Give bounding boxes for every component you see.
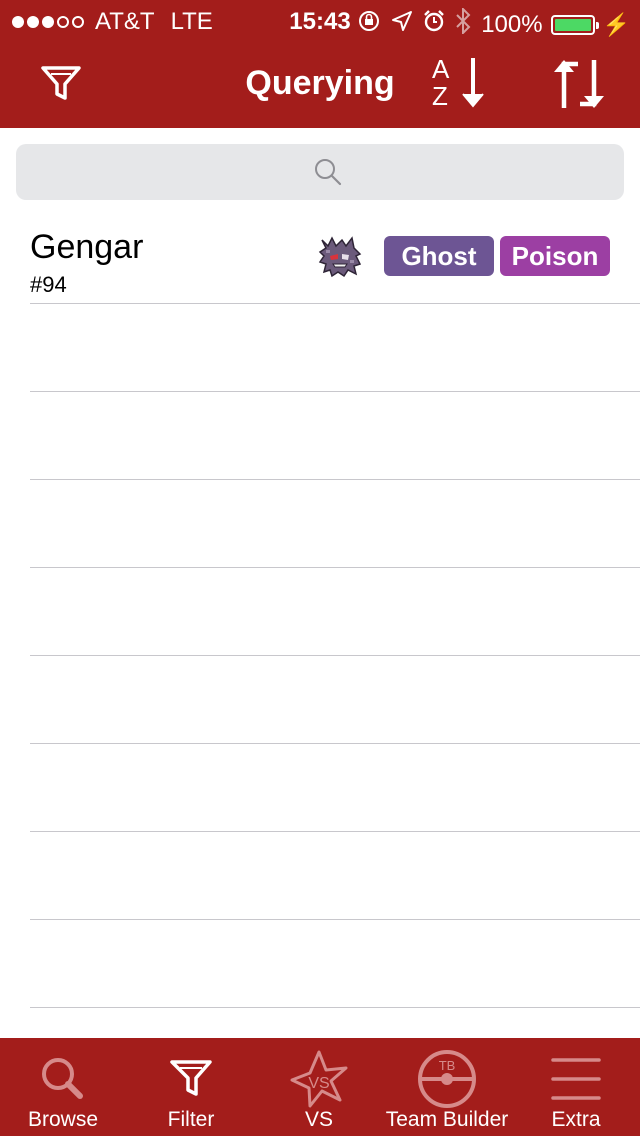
sort-alphabetical-button[interactable]: A Z — [428, 54, 492, 114]
tab-team-builder[interactable]: TB Team Builder — [382, 1038, 512, 1136]
tab-label: Filter — [167, 1108, 215, 1131]
empty-row — [0, 656, 640, 744]
tab-extra[interactable]: Extra — [512, 1038, 640, 1136]
tab-vs[interactable]: VS VS — [256, 1038, 382, 1136]
empty-row — [0, 392, 640, 480]
charging-icon: ⚡ — [602, 11, 630, 37]
tab-label: VS — [304, 1108, 333, 1131]
search-icon — [315, 159, 342, 186]
battery-percent: 100% — [481, 10, 543, 38]
empty-row — [0, 832, 640, 920]
tab-label: Team Builder — [385, 1108, 509, 1131]
swap-arrows-icon — [554, 60, 604, 108]
alarm-icon — [423, 10, 445, 39]
battery-icon — [550, 14, 599, 35]
empty-row — [0, 304, 640, 392]
pokeball-icon: TB — [418, 1050, 476, 1108]
tab-bar: Browse Filter VS VS TB Team Builder Extr… — [0, 1038, 640, 1136]
sort-az-label: A Z — [432, 54, 450, 111]
arrow-down-icon — [462, 58, 484, 108]
empty-row — [0, 480, 640, 568]
reverse-order-button[interactable] — [548, 54, 610, 114]
empty-row — [0, 744, 640, 832]
tab-browse[interactable]: Browse — [0, 1038, 126, 1136]
filter-icon — [41, 66, 81, 100]
tab-filter[interactable]: Filter — [126, 1038, 256, 1136]
location-icon — [391, 10, 413, 39]
vs-star-icon: VS — [290, 1050, 348, 1108]
tb-icon-text: TB — [439, 1058, 456, 1073]
header: AT&T LTE 15:43 100% ⚡ Querying A Z — [0, 0, 640, 128]
menu-icon — [551, 1058, 601, 1100]
bluetooth-icon — [455, 6, 471, 41]
empty-row — [0, 920, 640, 1008]
page-title: Querying — [245, 64, 395, 102]
filter-icon — [170, 1060, 212, 1096]
search-bar[interactable] — [16, 144, 624, 200]
rotation-lock-icon — [357, 9, 381, 40]
type-badge-poison: Poison — [500, 236, 610, 276]
pokemon-number: #94 — [30, 272, 67, 297]
vs-icon-text: VS — [308, 1075, 329, 1092]
gengar-sprite — [318, 236, 362, 278]
filter-button[interactable] — [38, 60, 84, 106]
list-item[interactable]: Gengar #94 Ghost Poison — [0, 216, 640, 304]
tab-label: Browse — [27, 1108, 99, 1131]
tab-label: Extra — [551, 1108, 601, 1131]
status-bar: AT&T LTE 15:43 100% ⚡ — [0, 0, 640, 40]
empty-row — [0, 568, 640, 656]
search-icon — [42, 1058, 83, 1099]
results-list: Gengar #94 Ghost Poison — [0, 216, 640, 1008]
pokemon-name: Gengar — [30, 228, 144, 266]
type-badge-ghost: Ghost — [384, 236, 494, 276]
navigation-bar: Querying A Z — [0, 40, 640, 128]
row-divider — [30, 1007, 640, 1008]
